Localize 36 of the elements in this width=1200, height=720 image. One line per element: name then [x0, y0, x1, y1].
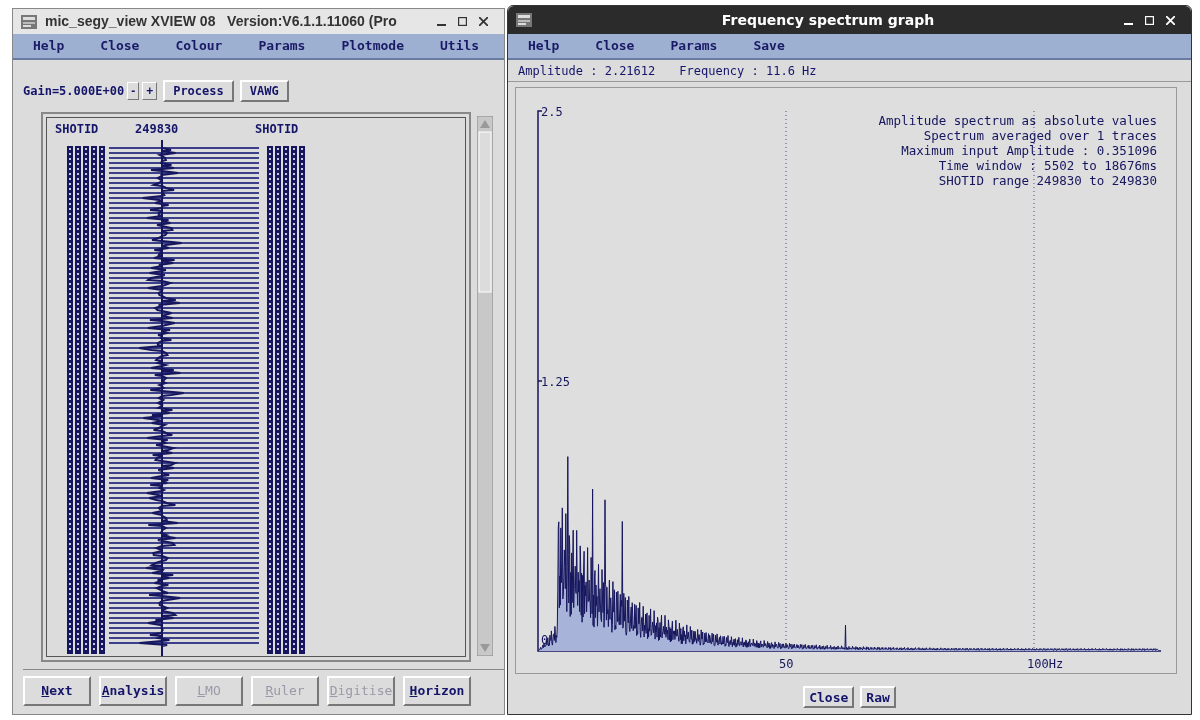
axis-label: 1.25 — [541, 375, 570, 389]
header-label: SHOTID — [255, 121, 299, 138]
menu-item[interactable]: Utils — [440, 36, 480, 56]
tool-button[interactable]: VAWG — [239, 80, 289, 102]
annotation-text: Maximum input Amplitude : 0.351096 — [901, 143, 1157, 158]
action-button[interactable]: Analysis — [99, 676, 167, 706]
action-button[interactable]: Close — [803, 686, 855, 708]
window-title: mic_segy_view XVIEW 08 Version:V6.1.1.11060 (Pro — [45, 12, 397, 31]
annotation-text: Spectrum averaged over 1 traces — [923, 128, 1157, 143]
axis-label: 2.5 — [541, 105, 563, 119]
readout-text: Frequency : 11.6 Hz — [679, 62, 817, 80]
gain-step-button[interactable]: + — [142, 82, 158, 100]
menu-item[interactable]: Save — [753, 36, 785, 56]
menu-item[interactable]: Params — [670, 36, 718, 56]
annotation-text: Amplitude spectrum as absolute values — [878, 113, 1157, 128]
action-button[interactable]: Next — [23, 676, 91, 706]
menu-item[interactable]: Colour — [175, 36, 223, 56]
action-button[interactable]: Raw — [860, 686, 896, 708]
annotation-text: SHOTID range 249830 to 249830 — [938, 173, 1157, 188]
header-label: SHOTID — [55, 121, 100, 138]
annotation-text: Time window : 5502 to 18676ms — [938, 158, 1157, 173]
menu-item[interactable]: Plotmode — [341, 36, 404, 56]
gain-label: Gain=5.000E+00 — [23, 83, 125, 100]
menu-item[interactable]: Close — [595, 36, 635, 56]
header-label: 249830 — [135, 121, 180, 138]
readout-text: Amplitude : 2.21612 — [518, 62, 656, 80]
menu-item[interactable]: Help — [33, 36, 65, 56]
gain-step-button[interactable]: - — [127, 82, 140, 100]
axis-label: 50 — [779, 657, 794, 671]
menu-item[interactable]: Help — [528, 36, 560, 56]
menu-item[interactable]: Params — [258, 36, 306, 56]
menu-item[interactable]: Close — [100, 36, 140, 56]
window-title: Frequency spectrum graph — [720, 10, 936, 30]
action-button[interactable]: Horizon — [403, 676, 471, 706]
tool-button[interactable]: Process — [163, 80, 234, 102]
axis-label: 100Hz — [1027, 657, 1064, 671]
